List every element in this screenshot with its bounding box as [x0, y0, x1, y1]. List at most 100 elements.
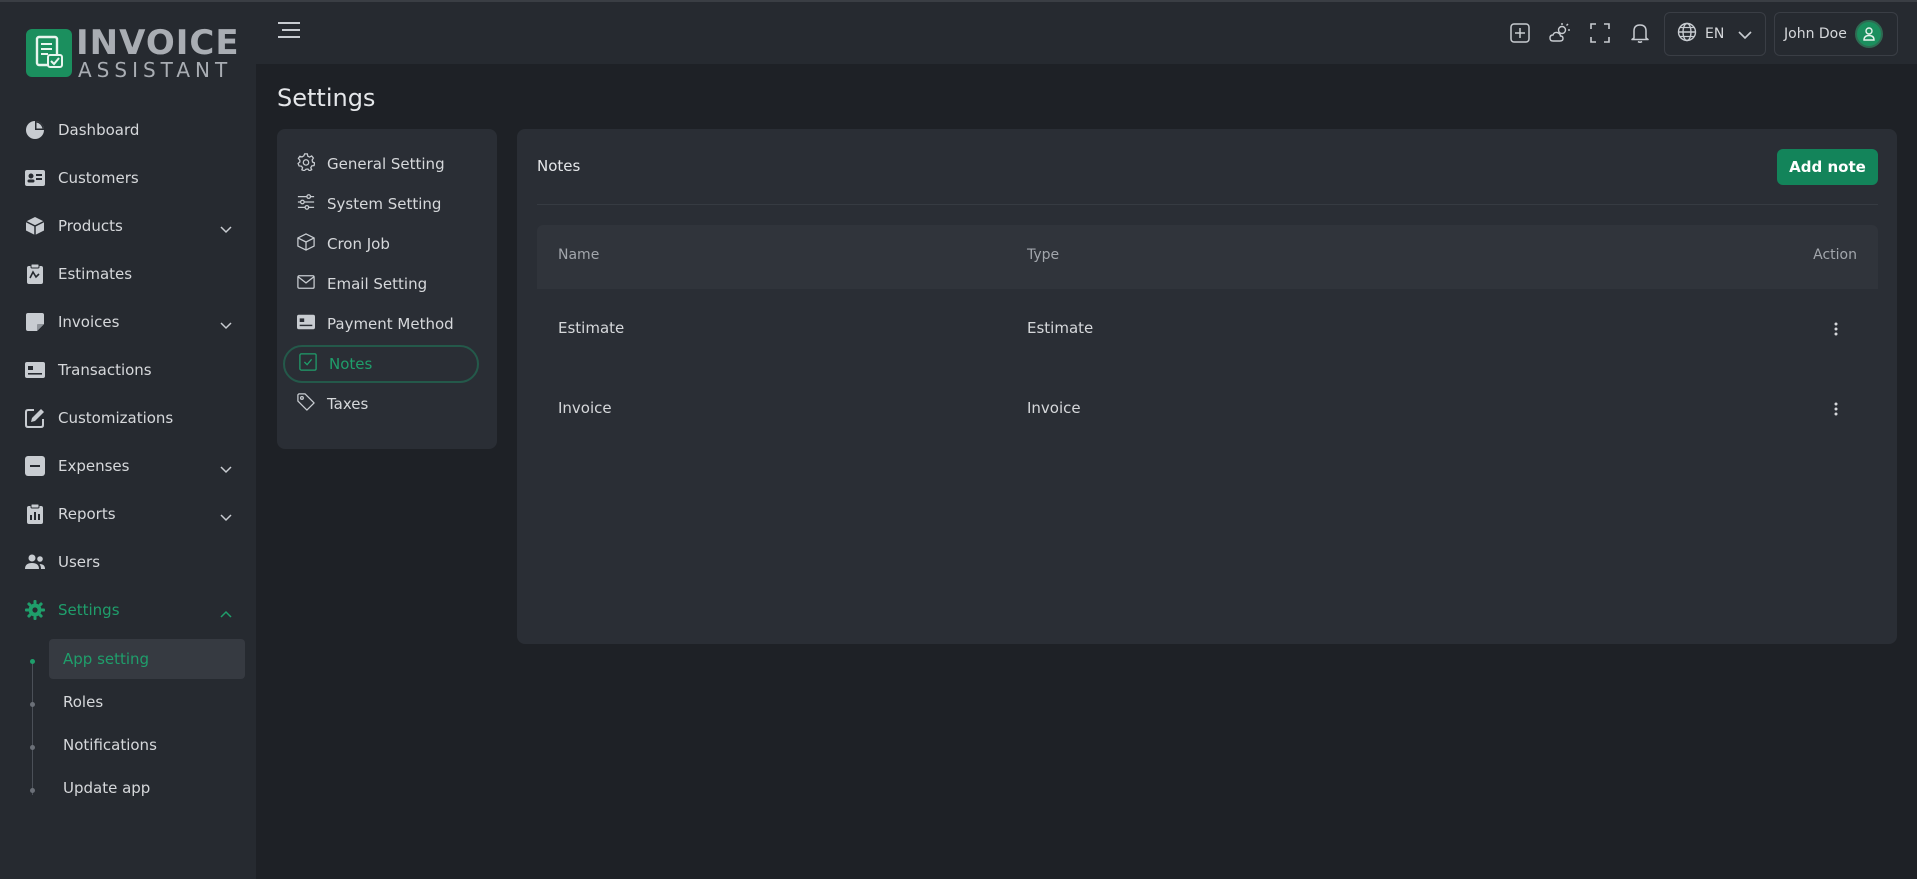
settings-item-label: Email Setting [327, 275, 428, 293]
settings-item-taxes[interactable]: Taxes [283, 385, 479, 423]
logo-text-invoice: INVOICE [76, 23, 240, 63]
sidebar-item-transactions[interactable]: Transactions [24, 354, 234, 386]
sidebar-item-dashboard[interactable]: Dashboard [24, 114, 234, 146]
cube-icon [297, 233, 315, 255]
report-icon [24, 503, 46, 525]
sidebar-subitem-roles[interactable]: Roles [49, 682, 245, 722]
tree-node-dot [30, 788, 35, 793]
settings-item-label: System Setting [327, 195, 442, 213]
clipboard-icon [24, 263, 46, 285]
minus-box-icon [24, 455, 46, 477]
sidebar-item-estimates[interactable]: Estimates [24, 258, 234, 290]
note-type: Invoice [1027, 399, 1081, 417]
submenu-tree-line [32, 660, 33, 795]
tag-icon [297, 393, 315, 415]
settings-item-label: Taxes [327, 395, 369, 413]
settings-item-label: Payment Method [327, 315, 454, 333]
sidebar-item-label: Customizations [58, 409, 174, 427]
envelope-icon [297, 274, 315, 294]
pie-chart-icon [24, 119, 46, 141]
note-check-icon [299, 353, 317, 375]
settings-item-general[interactable]: General Setting [283, 145, 479, 183]
add-square-icon[interactable] [1508, 21, 1532, 45]
sidebar-item-label: Customers [58, 169, 139, 187]
sidebar-item-settings[interactable]: Settings [24, 594, 234, 626]
table-header: Name Type Action [537, 225, 1878, 289]
logo-invoice-icon [26, 29, 72, 77]
table-row: Invoice Invoice [537, 369, 1878, 449]
sidebar-subitem-update-app[interactable]: Update app [49, 768, 245, 808]
settings-item-cron-job[interactable]: Cron Job [283, 225, 479, 263]
sidebar-item-label: Products [58, 217, 123, 235]
sidebar-item-users[interactable]: Users [24, 546, 234, 578]
chevron-down-icon [220, 507, 232, 526]
sidebar-subitem-app-setting[interactable]: App setting [49, 639, 245, 679]
user-menu[interactable]: John Doe [1774, 12, 1898, 56]
edit-icon [24, 407, 46, 429]
chevron-down-icon [220, 315, 232, 334]
panel-title: Notes [537, 157, 581, 175]
sidebar-item-customers[interactable]: Customers [24, 162, 234, 194]
settings-item-notes[interactable]: Notes [283, 345, 479, 383]
notes-panel: Notes Add note Name Type Action Estimate… [517, 129, 1897, 644]
table-row: Estimate Estimate [537, 289, 1878, 369]
settings-item-system[interactable]: System Setting [283, 185, 479, 223]
sidebar-item-invoices[interactable]: Invoices [24, 306, 234, 338]
invoice-icon [24, 311, 46, 333]
sidebar-item-reports[interactable]: Reports [24, 498, 234, 530]
settings-menu: General Setting System Setting Cron Job … [277, 129, 497, 449]
sidebar-item-products[interactable]: Products [24, 210, 234, 242]
settings-item-label: Notes [329, 355, 373, 373]
chevron-down-icon [220, 459, 232, 478]
add-note-button[interactable]: Add note [1777, 149, 1878, 185]
settings-item-label: General Setting [327, 155, 445, 173]
settings-item-payment-method[interactable]: Payment Method [283, 305, 479, 343]
menu-toggle-icon[interactable] [278, 22, 300, 42]
sidebar-item-label: Settings [58, 601, 120, 619]
gear-icon [297, 153, 316, 175]
settings-item-email[interactable]: Email Setting [283, 265, 479, 303]
card-icon [24, 359, 46, 381]
tree-node-dot [30, 702, 35, 707]
user-name: John Doe [1784, 26, 1847, 42]
avatar [1854, 20, 1883, 48]
language-selector[interactable]: EN [1664, 12, 1766, 56]
users-icon [24, 551, 46, 573]
column-header-type[interactable]: Type [1027, 247, 1059, 263]
bell-icon[interactable] [1628, 21, 1652, 45]
sidebar-item-expenses[interactable]: Expenses [24, 450, 234, 482]
divider [537, 204, 1878, 205]
settings-item-label: Cron Job [327, 235, 390, 253]
app-logo[interactable]: INVOICE ASSISTANT [26, 25, 239, 81]
sliders-icon [297, 193, 315, 215]
page-title: Settings [277, 84, 376, 112]
sidebar-item-label: Transactions [58, 361, 152, 379]
fullscreen-icon[interactable] [1588, 21, 1612, 45]
more-vertical-icon[interactable] [1828, 399, 1844, 419]
sidebar-item-label: Users [58, 553, 101, 571]
note-name: Invoice [558, 399, 612, 417]
payment-icon [297, 314, 315, 334]
note-type: Estimate [1027, 319, 1094, 337]
sidebar-item-label: Estimates [58, 265, 133, 283]
language-code: EN [1705, 26, 1725, 42]
chevron-down-icon [220, 219, 232, 238]
sidebar-item-label: Reports [58, 505, 116, 523]
sidebar-item-label: Invoices [58, 313, 120, 331]
sidebar-item-label: Dashboard [58, 121, 140, 139]
sidebar-item-customizations[interactable]: Customizations [24, 402, 234, 434]
id-card-icon [24, 167, 46, 189]
sidebar-item-label: Expenses [58, 457, 130, 475]
tree-node-dot [30, 745, 35, 750]
note-name: Estimate [558, 319, 625, 337]
chevron-down-icon [1738, 25, 1752, 44]
top-bar: EN John Doe [256, 2, 1917, 64]
sidebar-subitem-notifications[interactable]: Notifications [49, 725, 245, 765]
weather-theme-icon[interactable] [1548, 21, 1572, 45]
notes-table: Name Type Action Estimate Estimate Invoi… [537, 225, 1878, 449]
box-icon [24, 215, 46, 237]
column-header-name[interactable]: Name [558, 247, 599, 263]
gear-icon [24, 599, 46, 621]
more-vertical-icon[interactable] [1828, 319, 1844, 339]
tree-node-dot [30, 659, 35, 664]
